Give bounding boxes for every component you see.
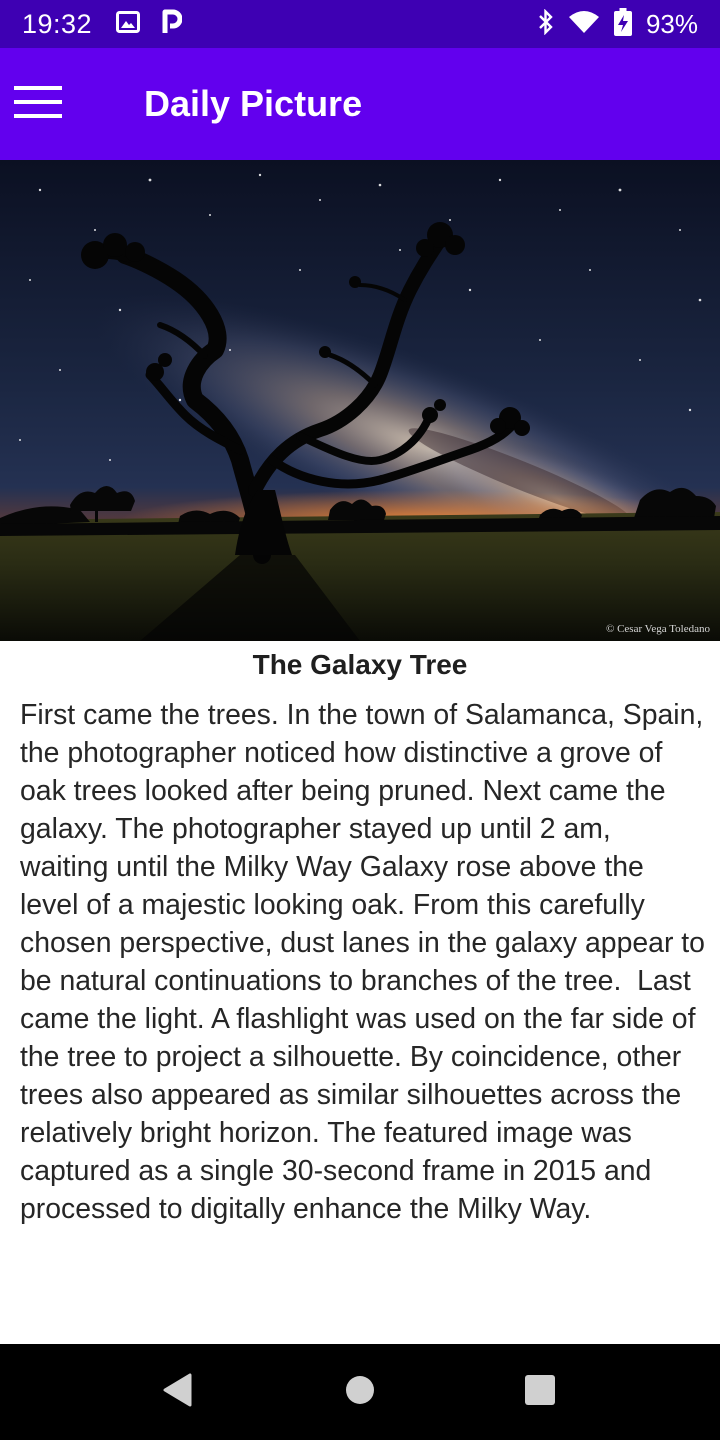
back-button[interactable] [154,1368,202,1416]
notification-icons [116,9,183,40]
menu-button[interactable] [0,66,76,142]
picture-description: First came the trees. In the town of Sal… [20,699,713,1225]
galaxy-tree-illustration [0,160,720,641]
app-title: Daily Picture [144,83,363,124]
status-bar: 19:32 93% [0,0,720,48]
home-icon [344,1374,376,1411]
bluetooth-icon [538,8,554,40]
photo-credit: © Cesar Vega Toledano [605,623,710,635]
app-bar: Daily Picture [0,48,720,160]
battery-percent: 93% [645,8,698,39]
status-right: 93% [538,7,698,41]
back-icon [162,1373,194,1412]
image-icon [116,10,141,38]
wifi-icon [568,10,600,39]
menu-icon [14,85,62,124]
battery-charging-icon [613,7,632,41]
home-button[interactable] [336,1368,384,1416]
picture-title: The Galaxy Tree [252,649,468,680]
screen: 19:32 93% Daily Picture © Cesar Vega Tol… [0,0,720,1440]
status-time: 19:32 [22,8,93,39]
daily-picture-image: © Cesar Vega Toledano [0,160,720,641]
navigation-bar [0,1344,720,1440]
recents-icon [524,1374,556,1411]
parking-icon [162,9,183,40]
recents-button[interactable] [516,1368,564,1416]
